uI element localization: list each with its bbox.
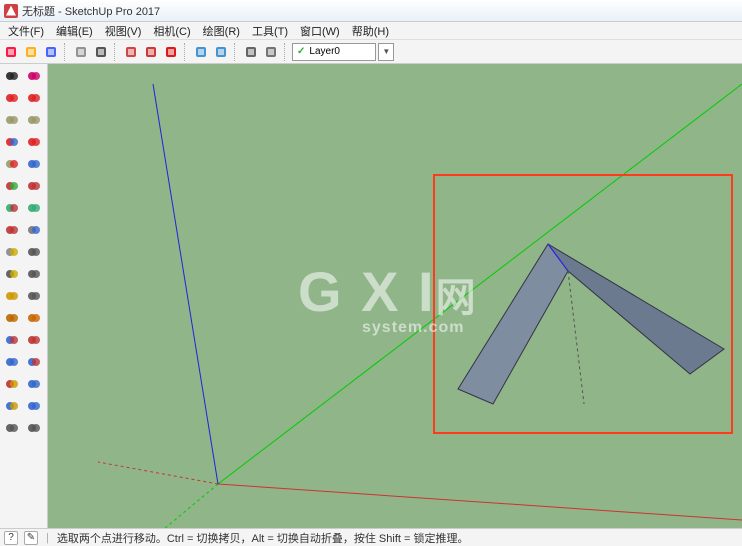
tool-line[interactable]: [2, 88, 22, 108]
tool-3dtext[interactable]: [24, 286, 44, 306]
tool-circle[interactable]: [24, 110, 44, 130]
tool-section[interactable]: [24, 308, 44, 328]
tool-dimension[interactable]: [24, 242, 44, 262]
info-icon[interactable]: ✎: [24, 531, 38, 545]
menu-item-7[interactable]: 帮助(H): [346, 23, 395, 39]
tool-followme[interactable]: [24, 220, 44, 240]
tool-zoomext[interactable]: [2, 374, 22, 394]
window-title: 无标题 - SketchUp Pro 2017: [22, 3, 160, 19]
layer-check-icon: ✓: [297, 46, 305, 57]
layer-dropdown-button[interactable]: ▼: [378, 43, 394, 61]
app-icon: [4, 4, 18, 18]
help-icon[interactable]: ?: [4, 531, 18, 545]
save-button[interactable]: [42, 43, 60, 61]
menubar: 文件(F)编辑(E)视图(V)相机(C)绘图(R)工具(T)窗口(W)帮助(H): [0, 22, 742, 40]
menu-item-2[interactable]: 视图(V): [99, 23, 148, 39]
layer-name: Layer0: [309, 46, 371, 57]
titlebar: 无标题 - SketchUp Pro 2017: [0, 0, 742, 22]
tool-walk2[interactable]: [24, 418, 44, 438]
menu-item-5[interactable]: 工具(T): [246, 23, 294, 39]
tool-axes[interactable]: [24, 264, 44, 284]
tool-tape[interactable]: [2, 242, 22, 262]
tool-rectangle[interactable]: [2, 110, 22, 130]
tool-pan[interactable]: [24, 330, 44, 350]
tool-text[interactable]: [2, 264, 22, 284]
top-toolbar: ✓ Layer0 ▼: [0, 40, 742, 64]
tool-move[interactable]: [24, 176, 44, 196]
status-hint: 选取两个点进行移动。Ctrl = 切换拷贝，Alt = 切换自动折叠，按住 Sh…: [57, 530, 469, 546]
print-button[interactable]: [242, 43, 260, 61]
pointer-button[interactable]: [92, 43, 110, 61]
tool-select[interactable]: [2, 66, 22, 86]
menu-item-4[interactable]: 绘图(R): [197, 23, 246, 39]
statusbar: ? ✎ | 选取两个点进行移动。Ctrl = 切换拷贝，Alt = 切换自动折叠…: [0, 528, 742, 546]
tool-walk[interactable]: [2, 418, 22, 438]
tool-rotate[interactable]: [2, 198, 22, 218]
tool-offset[interactable]: [2, 220, 22, 240]
toolbar-divider: [284, 43, 288, 61]
menu-item-6[interactable]: 窗口(W): [294, 23, 346, 39]
tool-paint2[interactable]: [2, 308, 22, 328]
tool-pushpull[interactable]: [2, 176, 22, 196]
new-button[interactable]: [2, 43, 20, 61]
cut-button[interactable]: [72, 43, 90, 61]
tool-arc[interactable]: [2, 132, 22, 152]
tool-zoomwin[interactable]: [24, 352, 44, 372]
menu-item-1[interactable]: 编辑(E): [50, 23, 99, 39]
layer-select[interactable]: ✓ Layer0: [292, 43, 376, 61]
paint-button[interactable]: [142, 43, 160, 61]
menu-item-3[interactable]: 相机(C): [147, 23, 196, 39]
tool-protractor[interactable]: [2, 286, 22, 306]
tool-position[interactable]: [2, 396, 22, 416]
tool-rotrect[interactable]: [2, 154, 22, 174]
side-toolbar: [0, 64, 48, 528]
tool-lookaround[interactable]: [24, 396, 44, 416]
tool-polygon[interactable]: [24, 132, 44, 152]
main-area: G X I网 system.com: [0, 64, 742, 528]
undo-button[interactable]: [192, 43, 210, 61]
hand-button[interactable]: [122, 43, 140, 61]
tool-arc2[interactable]: [24, 154, 44, 174]
highlight-annotation: [433, 174, 733, 434]
tool-zoom[interactable]: [2, 352, 22, 372]
tool-eraser[interactable]: [24, 66, 44, 86]
cancel-button[interactable]: [162, 43, 180, 61]
chevron-down-icon: ▼: [382, 47, 390, 56]
open-button[interactable]: [22, 43, 40, 61]
menu-item-0[interactable]: 文件(F): [2, 23, 50, 39]
tool-orbit[interactable]: [2, 330, 22, 350]
viewport[interactable]: G X I网 system.com: [48, 64, 742, 528]
tool-scale[interactable]: [24, 198, 44, 218]
tool-freehand[interactable]: [24, 88, 44, 108]
tool-prev[interactable]: [24, 374, 44, 394]
redo-button[interactable]: [212, 43, 230, 61]
model-button[interactable]: [262, 43, 280, 61]
